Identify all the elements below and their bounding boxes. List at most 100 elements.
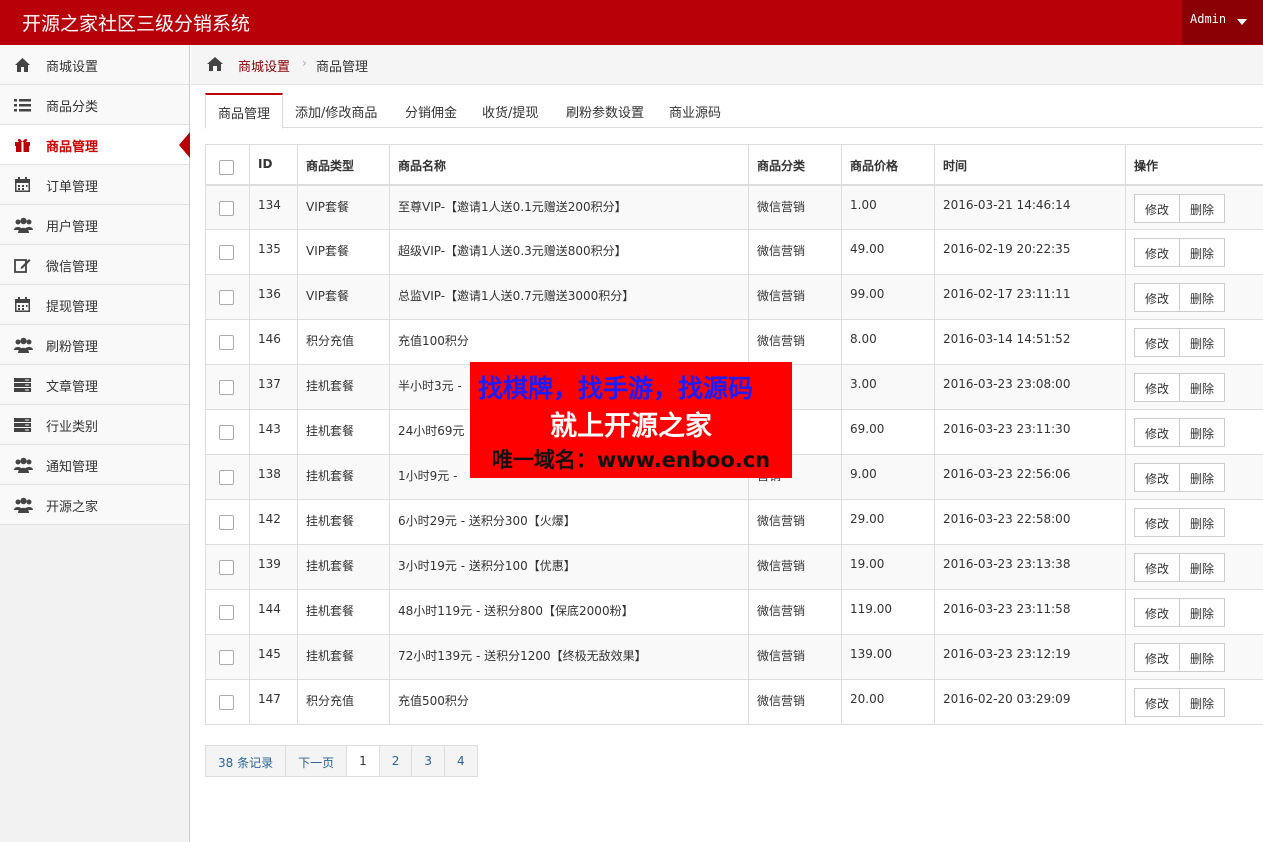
edit-button[interactable]: 修改 (1134, 688, 1181, 717)
sidebar-item[interactable]: 行业类别 (0, 405, 189, 445)
actions-cell: 修改 删除 (1125, 409, 1263, 455)
name-cell: 充值500积分 (389, 679, 749, 725)
sidebar-item-label: 通知管理 (46, 460, 99, 475)
time-cell: 2016-03-23 23:12:19 (934, 634, 1126, 680)
edit-button[interactable]: 修改 (1134, 598, 1181, 627)
breadcrumb-parent-link[interactable]: 商城设置 (238, 56, 290, 75)
price-cell: 8.00 (841, 319, 935, 365)
delete-button[interactable]: 删除 (1179, 598, 1226, 627)
category-cell: 微信营销 (748, 499, 842, 545)
edit-button[interactable]: 修改 (1134, 238, 1181, 267)
delete-button[interactable]: 删除 (1179, 193, 1226, 223)
edit-button[interactable]: 修改 (1134, 553, 1181, 582)
tab-fan-settings[interactable]: 刷粉参数设置 (566, 93, 644, 128)
row-checkbox[interactable] (219, 245, 234, 260)
row-checkbox[interactable] (219, 650, 234, 665)
sidebar-item[interactable]: 通知管理 (0, 445, 189, 485)
row-checkbox[interactable] (219, 335, 234, 350)
tab-commercial-source[interactable]: 商业源码 (669, 93, 721, 128)
page-link-2[interactable]: 2 (378, 745, 413, 777)
app-title: 开源之家社区三级分销系统 (22, 13, 251, 35)
actions-cell: 修改 删除 (1125, 454, 1263, 500)
delete-button[interactable]: 删除 (1179, 373, 1226, 402)
type-cell: 挂机套餐 (297, 589, 390, 635)
tab-add-edit-product[interactable]: 添加/修改商品 (295, 93, 377, 128)
sidebar-item[interactable]: 文章管理 (0, 365, 189, 405)
delete-button[interactable]: 删除 (1179, 643, 1226, 672)
delete-button[interactable]: 删除 (1179, 553, 1226, 582)
server-icon (14, 417, 31, 433)
row-checkbox[interactable] (219, 515, 234, 530)
row-checkbox[interactable] (219, 200, 234, 216)
edit-button[interactable]: 修改 (1134, 463, 1181, 492)
time-cell: 2016-02-20 03:29:09 (934, 679, 1126, 725)
row-select-cell (205, 499, 250, 545)
edit-button[interactable]: 修改 (1134, 328, 1181, 357)
edit-button[interactable]: 修改 (1134, 193, 1181, 223)
row-checkbox[interactable] (219, 695, 234, 710)
delete-button[interactable]: 删除 (1179, 508, 1226, 537)
table-row: 134 VIP套餐 至尊VIP-【邀请1人送0.1元赠送200积分】 微信营销 1.00… (205, 184, 1263, 230)
id-cell: 143 (249, 409, 298, 455)
row-checkbox[interactable] (219, 560, 234, 575)
page-link-1[interactable]: 1 (346, 745, 380, 777)
sidebar-item[interactable]: 商品分类 (0, 85, 189, 125)
sidebar-item-label: 商城设置 (46, 60, 99, 75)
delete-button[interactable]: 删除 (1179, 463, 1226, 492)
admin-user-menu[interactable]: Admin (1182, 0, 1263, 44)
sidebar-item[interactable]: 订单管理 (0, 165, 189, 205)
row-checkbox[interactable] (219, 470, 234, 485)
page-link-3[interactable]: 3 (411, 745, 446, 777)
row-checkbox[interactable] (219, 380, 234, 395)
row-checkbox[interactable] (219, 605, 234, 620)
sidebar: 商城设置商品分类 商品管理 订单管理 用户管理 微信管理 提现管理 刷粉管理 文章管理 行业类别… (0, 45, 190, 842)
home-icon[interactable] (206, 56, 224, 76)
actions-cell: 修改 删除 (1125, 544, 1263, 590)
select-all-checkbox[interactable] (219, 160, 234, 175)
tab-delivery-withdraw[interactable]: 收货/提现 (482, 93, 538, 128)
id-cell: 136 (249, 274, 298, 320)
time-cell: 2016-03-14 14:51:52 (934, 319, 1126, 365)
edit-button[interactable]: 修改 (1134, 283, 1181, 312)
table-row: 135 VIP套餐 超级VIP-【邀请1人送0.3元赠送800积分】 微信营销 49.0… (205, 229, 1263, 275)
tab-product-management[interactable]: 商品管理 (205, 93, 284, 129)
type-cell: 挂机套餐 (297, 409, 390, 455)
delete-button[interactable]: 删除 (1179, 238, 1226, 267)
delete-button[interactable]: 删除 (1179, 328, 1226, 357)
actions-cell: 修改 删除 (1125, 634, 1263, 680)
price-cell: 49.00 (841, 229, 935, 275)
sidebar-item[interactable]: 提现管理 (0, 285, 189, 325)
time-cell: 2016-03-23 23:08:00 (934, 364, 1126, 410)
table-header-row: ID 商品类型 商品名称 商品分类 商品价格 时间 操作 (205, 144, 1263, 186)
time-cell: 2016-03-23 23:13:38 (934, 544, 1126, 590)
sidebar-item[interactable]: 商城设置 (0, 45, 189, 85)
row-select-cell (205, 184, 250, 230)
category-cell: 微信营销 (748, 229, 842, 275)
sidebar-item[interactable]: 商品管理 (0, 125, 190, 165)
delete-button[interactable]: 删除 (1179, 283, 1226, 312)
page-link-4[interactable]: 4 (444, 745, 478, 777)
sidebar-item[interactable]: 用户管理 (0, 205, 189, 245)
next-page-link[interactable]: 下一页 (285, 745, 348, 777)
delete-button[interactable]: 删除 (1179, 418, 1226, 447)
sidebar-item[interactable]: 开源之家 (0, 485, 189, 525)
column-header-time: 时间 (934, 144, 1126, 186)
breadcrumb-current: 商品管理 (316, 60, 369, 75)
sidebar-item[interactable]: 刷粉管理 (0, 325, 189, 365)
edit-button[interactable]: 修改 (1134, 373, 1181, 402)
edit-button[interactable]: 修改 (1134, 643, 1181, 672)
delete-button[interactable]: 删除 (1179, 688, 1226, 717)
edit-button[interactable]: 修改 (1134, 508, 1181, 537)
table-row: 136 VIP套餐 总监VIP-【邀请1人送0.7元赠送3000积分】 微信营销 99.… (205, 274, 1263, 320)
users-icon (14, 217, 33, 233)
edit-button[interactable]: 修改 (1134, 418, 1181, 447)
time-cell: 2016-03-23 23:11:30 (934, 409, 1126, 455)
actions-cell: 修改 删除 (1125, 589, 1263, 635)
sidebar-item[interactable]: 微信管理 (0, 245, 189, 285)
row-checkbox[interactable] (219, 425, 234, 440)
row-checkbox[interactable] (219, 290, 234, 305)
actions-cell: 修改 删除 (1125, 274, 1263, 320)
tab-commission[interactable]: 分销佣金 (405, 93, 457, 128)
table-row: 146 积分充值 充值100积分 微信营销 8.00 2016-03-14 14:51:5… (205, 319, 1263, 365)
column-header-price: 商品价格 (841, 144, 935, 186)
